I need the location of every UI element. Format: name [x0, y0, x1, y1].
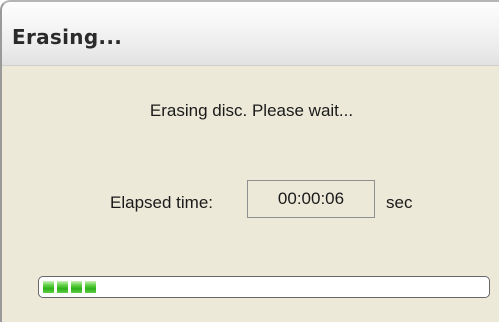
status-message: Erasing disc. Please wait... [149, 101, 354, 120]
elapsed-time-label: Elapsed time: [110, 193, 213, 212]
elapsed-time-unit: sec [386, 193, 413, 212]
elapsed-time-field: 00:00:06 [247, 180, 375, 218]
progress-segment [57, 281, 68, 293]
progress-segment [85, 281, 96, 293]
progress-segment [43, 281, 54, 293]
title-bar[interactable]: Erasing... [2, 2, 499, 66]
erasing-dialog: Erasing... Erasing disc. Please wait... … [0, 0, 499, 322]
window-title: Erasing... [12, 25, 123, 49]
erase-progress-bar [38, 276, 490, 298]
progress-fill [43, 281, 96, 293]
progress-segment [71, 281, 82, 293]
dialog-body: Erasing disc. Please wait... Elapsed tim… [2, 66, 499, 322]
